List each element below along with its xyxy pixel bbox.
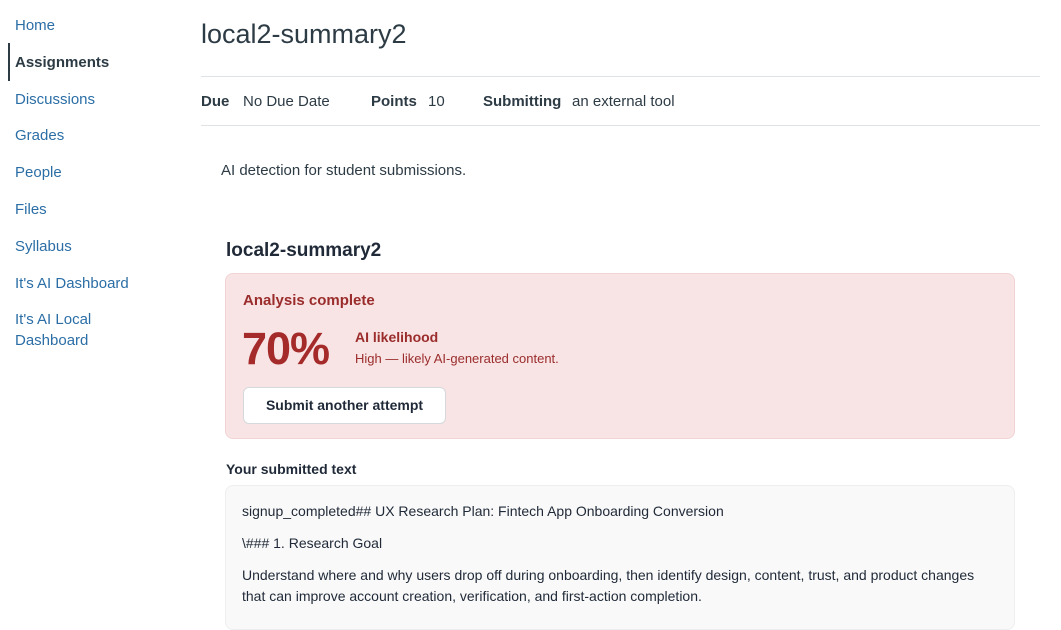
submitting-label: Submitting [483, 93, 562, 110]
page-title: local2-summary2 [201, 19, 407, 49]
active-indicator [8, 43, 10, 81]
assignment-description: AI detection for student submissions. [221, 162, 467, 179]
due-label: Due [201, 93, 230, 110]
ai-likelihood-percent: 70% [242, 323, 330, 374]
nav-home[interactable]: Home [15, 15, 165, 36]
submitted-paragraph: \### 1. Research Goal [242, 535, 383, 551]
nav-grades[interactable]: Grades [15, 125, 165, 146]
ai-likelihood-label: AI likelihood [355, 329, 439, 345]
nav-its-ai-local-dashboard[interactable]: It's AI Local Dashboard [15, 309, 125, 351]
nav-syllabus[interactable]: Syllabus [15, 236, 165, 257]
nav-assignments[interactable]: Assignments [15, 52, 165, 73]
submitting-value: an external tool [572, 93, 675, 110]
divider-top [201, 76, 1040, 77]
submitted-text-box: signup_completed## UX Research Plan: Fin… [225, 485, 1015, 630]
nav-its-ai-dashboard[interactable]: It's AI Dashboard [15, 273, 165, 294]
nav-discussions[interactable]: Discussions [15, 89, 165, 110]
tool-title: local2-summary2 [226, 240, 382, 261]
submitted-paragraph: Understand where and why users drop off … [242, 567, 975, 604]
points-label: Points [371, 93, 417, 110]
submit-another-attempt-button[interactable]: Submit another attempt [243, 387, 446, 424]
submitted-paragraph: signup_completed## UX Research Plan: Fin… [242, 503, 724, 519]
nav-files[interactable]: Files [15, 199, 165, 220]
submitted-text-label: Your submitted text [226, 461, 357, 477]
ai-likelihood-description: High — likely AI-generated content. [355, 351, 559, 366]
analysis-status: Analysis complete [243, 292, 375, 309]
nav-people[interactable]: People [15, 162, 165, 183]
due-value: No Due Date [243, 93, 330, 110]
divider-bottom [201, 125, 1040, 126]
course-navigation: Home Assignments Discussions Grades Peop… [0, 0, 180, 617]
analysis-result-card: Analysis complete 70% AI likelihood High… [225, 273, 1015, 439]
points-value: 10 [428, 93, 445, 110]
